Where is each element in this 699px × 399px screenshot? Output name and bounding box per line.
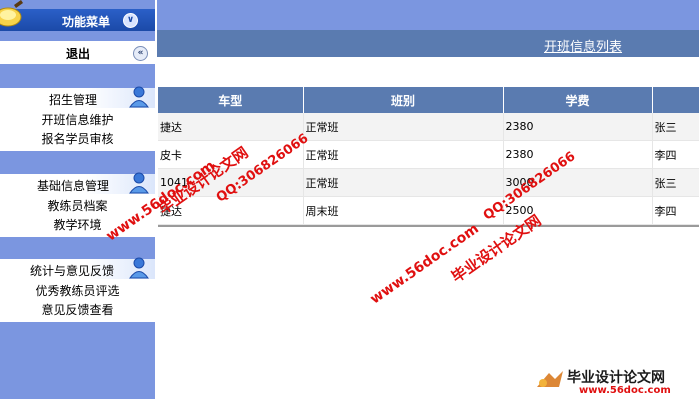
main-top-bar bbox=[157, 0, 699, 30]
column-header-extra bbox=[652, 87, 699, 113]
collapse-menu-icon[interactable]: ∨ bbox=[123, 13, 138, 28]
menu-item-feedback-view[interactable]: 意见反馈查看 bbox=[0, 301, 155, 320]
menu-item-best-coach[interactable]: 优秀教练员评选 bbox=[0, 282, 155, 301]
menu-group-title: 招生管理 bbox=[49, 93, 98, 107]
column-header-fee: 学费 bbox=[503, 87, 653, 113]
menu-item-applicant-review[interactable]: 报名学员审核 bbox=[0, 130, 155, 149]
user-icon bbox=[129, 86, 149, 108]
menu-header: 功能菜单 ∨ bbox=[0, 0, 155, 31]
cell-fee: 2380 bbox=[503, 140, 653, 169]
menu-logo-icon bbox=[0, 0, 23, 27]
menu-group-enrollment: 招生管理 开班信息维护 报名学员审核 bbox=[0, 86, 155, 151]
footer-logo-icon bbox=[537, 371, 563, 387]
logout-link[interactable]: 退出 bbox=[66, 45, 90, 62]
column-header-car-type: 车型 bbox=[158, 87, 304, 113]
table-row[interactable]: 捷达 周末班 2500 李四 bbox=[158, 196, 699, 225]
menu-group-header[interactable]: 统计与意见反馈 bbox=[0, 257, 155, 279]
menu-group-title: 基础信息管理 bbox=[37, 179, 110, 193]
cell-class-type: 正常班 bbox=[303, 140, 504, 169]
menu-group-body: 优秀教练员评选 意见反馈查看 bbox=[0, 279, 155, 322]
table-header-row: 车型 班别 学费 bbox=[158, 87, 699, 113]
table-bottom-border bbox=[158, 225, 699, 227]
cell-person: 李四 bbox=[652, 140, 699, 169]
collapse-sidebar-icon[interactable]: « bbox=[133, 46, 148, 61]
footer-brand: 毕业设计论文网 bbox=[567, 370, 665, 386]
cell-person: 李四 bbox=[652, 196, 699, 225]
title-bar: 开班信息列表 bbox=[157, 30, 699, 57]
menu-item-class-info[interactable]: 开班信息维护 bbox=[0, 111, 155, 130]
logout-bar: 退出 « bbox=[0, 41, 155, 64]
cell-class-type: 正常班 bbox=[303, 168, 504, 197]
cell-class-type: 正常班 bbox=[303, 113, 504, 141]
cell-person: 张三 bbox=[652, 168, 699, 197]
menu-title: 功能菜单 bbox=[62, 15, 111, 29]
cell-fee: 2380 bbox=[503, 113, 653, 141]
footer-url: www.56doc.com bbox=[579, 385, 671, 396]
column-header-class-type: 班别 bbox=[303, 87, 504, 113]
menu-group-header[interactable]: 基础信息管理 bbox=[0, 172, 155, 194]
sidebar: 功能菜单 ∨ 退出 « 招生管理 开班信息维护 报名学员审核 基础信息管理 教练… bbox=[0, 0, 155, 399]
user-icon bbox=[129, 257, 149, 279]
cell-car-type: 捷达 bbox=[158, 113, 304, 141]
page-title-link[interactable]: 开班信息列表 bbox=[544, 36, 622, 55]
menu-group-body: 开班信息维护 报名学员审核 bbox=[0, 108, 155, 151]
menu-group-stats-feedback: 统计与意见反馈 优秀教练员评选 意见反馈查看 bbox=[0, 257, 155, 322]
table-row[interactable]: 捷达 正常班 2380 张三 bbox=[158, 113, 699, 141]
cell-person: 张三 bbox=[652, 113, 699, 141]
menu-group-title: 统计与意见反馈 bbox=[30, 264, 115, 278]
menu-group-header[interactable]: 招生管理 bbox=[0, 86, 155, 108]
user-icon bbox=[129, 172, 149, 194]
